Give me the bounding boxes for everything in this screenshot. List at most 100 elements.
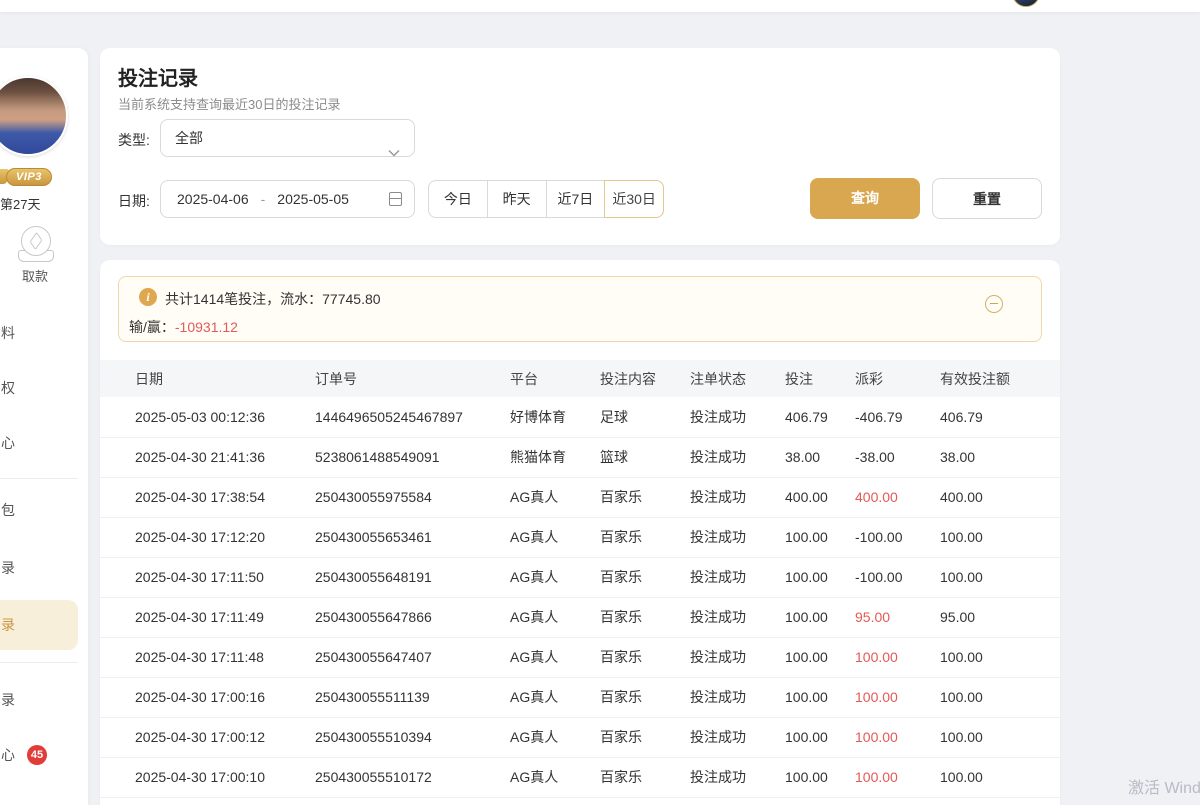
cell-payout: 100.00 <box>855 717 940 757</box>
sidebar-menu-item-label: 录 <box>1 560 15 576</box>
summary-winloss: 输/赢：-10931.12 <box>129 317 238 337</box>
cell-payout: 400.00 <box>855 477 940 517</box>
cell-platform: AG真人 <box>510 637 600 677</box>
date-range-input[interactable]: 2025-04-06 - 2025-05-05 <box>160 180 415 218</box>
cell-bet-amount: 100.00 <box>785 677 855 717</box>
column-header-order: 订单号 <box>315 360 510 397</box>
sidebar-menu-item[interactable]: 料 <box>0 313 78 353</box>
cell-platform: AG真人 <box>510 757 600 797</box>
table-row: 2025-05-03 00:12:36 1446496505245467897 … <box>100 397 1060 437</box>
cell-bet-amount: 100.00 <box>785 757 855 797</box>
table-row: 2025-04-30 17:00:16 250430055511139 AG真人… <box>100 677 1060 717</box>
sidebar-menu-item[interactable]: 录 <box>0 600 78 650</box>
cell-platform: AG真人 <box>510 477 600 517</box>
sidebar-menu-item[interactable]: 包 <box>0 490 78 530</box>
cell-date: 2025-04-30 21:41:36 <box>100 437 315 477</box>
withdraw-icon[interactable] <box>18 226 54 260</box>
cell-bet-content: 百家乐 <box>600 717 690 757</box>
vip-level-badge: VIP3 <box>6 168 52 186</box>
cell-order-number: 250430055511139 <box>315 677 510 717</box>
table-row: 2025-04-30 21:41:36 5238061488549091 熊猫体… <box>100 437 1060 477</box>
page-title: 投注记录 <box>118 62 198 91</box>
cell-valid-bet: 400.00 <box>940 477 1060 517</box>
cell-bet-amount: 100.00 <box>785 637 855 677</box>
cell-platform: AG真人 <box>510 677 600 717</box>
cell-payout: -100.00 <box>855 557 940 597</box>
date-end-value: 2025-05-05 <box>277 191 349 207</box>
sidebar-menu-item-label: 心 <box>1 747 15 763</box>
sidebar-menu-item[interactable]: 权 <box>0 368 78 408</box>
sidebar-menu-item[interactable]: 心 <box>0 423 78 463</box>
collapse-icon[interactable] <box>985 295 1003 313</box>
records-table: 日期 订单号 平台 投注内容 注单状态 投注 派彩 有效投注额 2025-05-… <box>100 360 1060 798</box>
column-header-payout: 派彩 <box>855 360 940 397</box>
cell-bet-content: 足球 <box>600 397 690 437</box>
top-navigation-bar: 存款 投注 取款 新人专享好礼 <box>0 0 1200 12</box>
cell-platform: AG真人 <box>510 517 600 557</box>
cell-platform: AG真人 <box>510 597 600 637</box>
quick-range-button[interactable]: 今日 <box>429 181 487 217</box>
filter-panel: 投注记录 当前系统支持查询最近30日的投注记录 类型: 全部 日期: 2025-… <box>100 48 1060 245</box>
topnav-item-bet[interactable]: 投注 <box>762 0 790 12</box>
sidebar-menu-item-label: 包 <box>1 502 15 518</box>
topnav-item-withdraw[interactable]: 取款 <box>822 0 850 12</box>
cell-platform: 好博体育 <box>510 397 600 437</box>
reset-button[interactable]: 重置 <box>932 178 1042 219</box>
sidebar-menu-item-label: 权 <box>1 380 15 396</box>
user-avatar[interactable] <box>0 76 68 156</box>
column-header-content: 投注内容 <box>600 360 690 397</box>
cell-payout: 100.00 <box>855 757 940 797</box>
summary-winloss-value: -10931.12 <box>175 319 238 335</box>
cell-status: 投注成功 <box>690 637 785 677</box>
quick-range-button[interactable]: 近7日 <box>546 181 605 217</box>
cell-bet-amount: 38.00 <box>785 437 855 477</box>
cell-date: 2025-04-30 17:11:49 <box>100 597 315 637</box>
column-header-valid-bet: 有效投注额 <box>940 360 1060 397</box>
summary-winloss-label: 输/赢： <box>129 319 175 335</box>
info-icon: i <box>139 288 157 306</box>
quick-date-range-group: 今日 昨天 近7日 近30日 <box>428 180 664 218</box>
cell-bet-content: 百家乐 <box>600 597 690 637</box>
cell-status: 投注成功 <box>690 597 785 637</box>
cell-bet-amount: 100.00 <box>785 557 855 597</box>
cell-bet-content: 篮球 <box>600 437 690 477</box>
cell-bet-amount: 100.00 <box>785 517 855 557</box>
topnav-promo-link[interactable]: 新人专享好礼 <box>868 0 946 12</box>
cell-status: 投注成功 <box>690 477 785 517</box>
cell-date: 2025-04-30 17:11:48 <box>100 637 315 677</box>
summary-totals: 共计1414笔投注，流水：77745.80 <box>165 289 381 309</box>
table-header-row: 日期 订单号 平台 投注内容 注单状态 投注 派彩 有效投注额 <box>100 360 1060 397</box>
type-filter-label: 类型: <box>118 130 150 150</box>
activate-windows-watermark: 激活 Windows <box>1128 774 1200 798</box>
user-avatar-small[interactable] <box>1012 0 1040 7</box>
table-row: 2025-04-30 17:11:50 250430055648191 AG真人… <box>100 557 1060 597</box>
quick-range-button[interactable]: 昨天 <box>487 181 546 217</box>
sidebar-menu-item-label: 心 <box>1 435 15 451</box>
cell-payout: -100.00 <box>855 517 940 557</box>
type-select[interactable]: 全部 <box>160 119 415 157</box>
topnav-item-deposit[interactable]: 存款 <box>700 0 728 12</box>
sidebar-menu-item[interactable]: 心45 <box>0 735 78 775</box>
cell-platform: AG真人 <box>510 557 600 597</box>
cell-status: 投注成功 <box>690 437 785 477</box>
query-button[interactable]: 查询 <box>810 178 920 219</box>
table-row: 2025-04-30 17:12:20 250430055653461 AG真人… <box>100 517 1060 557</box>
cell-order-number: 250430055510394 <box>315 717 510 757</box>
cell-valid-bet: 100.00 <box>940 557 1060 597</box>
date-start-value: 2025-04-06 <box>177 191 249 207</box>
sidebar-menu-item[interactable]: 录 <box>0 548 78 588</box>
quick-range-button[interactable]: 近30日 <box>604 180 664 218</box>
cell-valid-bet: 100.00 <box>940 637 1060 677</box>
sidebar-menu-item-label: 料 <box>1 325 15 341</box>
cell-date: 2025-04-30 17:00:16 <box>100 677 315 717</box>
records-table-wrapper: 日期 订单号 平台 投注内容 注单状态 投注 派彩 有效投注额 2025-05-… <box>100 360 1060 798</box>
cell-valid-bet: 100.00 <box>940 757 1060 797</box>
table-row: 2025-04-30 17:11:49 250430055647866 AG真人… <box>100 597 1060 637</box>
sidebar-menu-item-label: 录 <box>1 617 15 633</box>
cell-order-number: 5238061488549091 <box>315 437 510 477</box>
withdraw-label[interactable]: 取款 <box>22 266 48 285</box>
summary-box: i 共计1414笔投注，流水：77745.80 输/赢：-10931.12 <box>118 276 1042 342</box>
search-icon[interactable] <box>945 0 965 2</box>
column-header-platform: 平台 <box>510 360 600 397</box>
sidebar-menu-item[interactable]: 录 <box>0 680 78 720</box>
